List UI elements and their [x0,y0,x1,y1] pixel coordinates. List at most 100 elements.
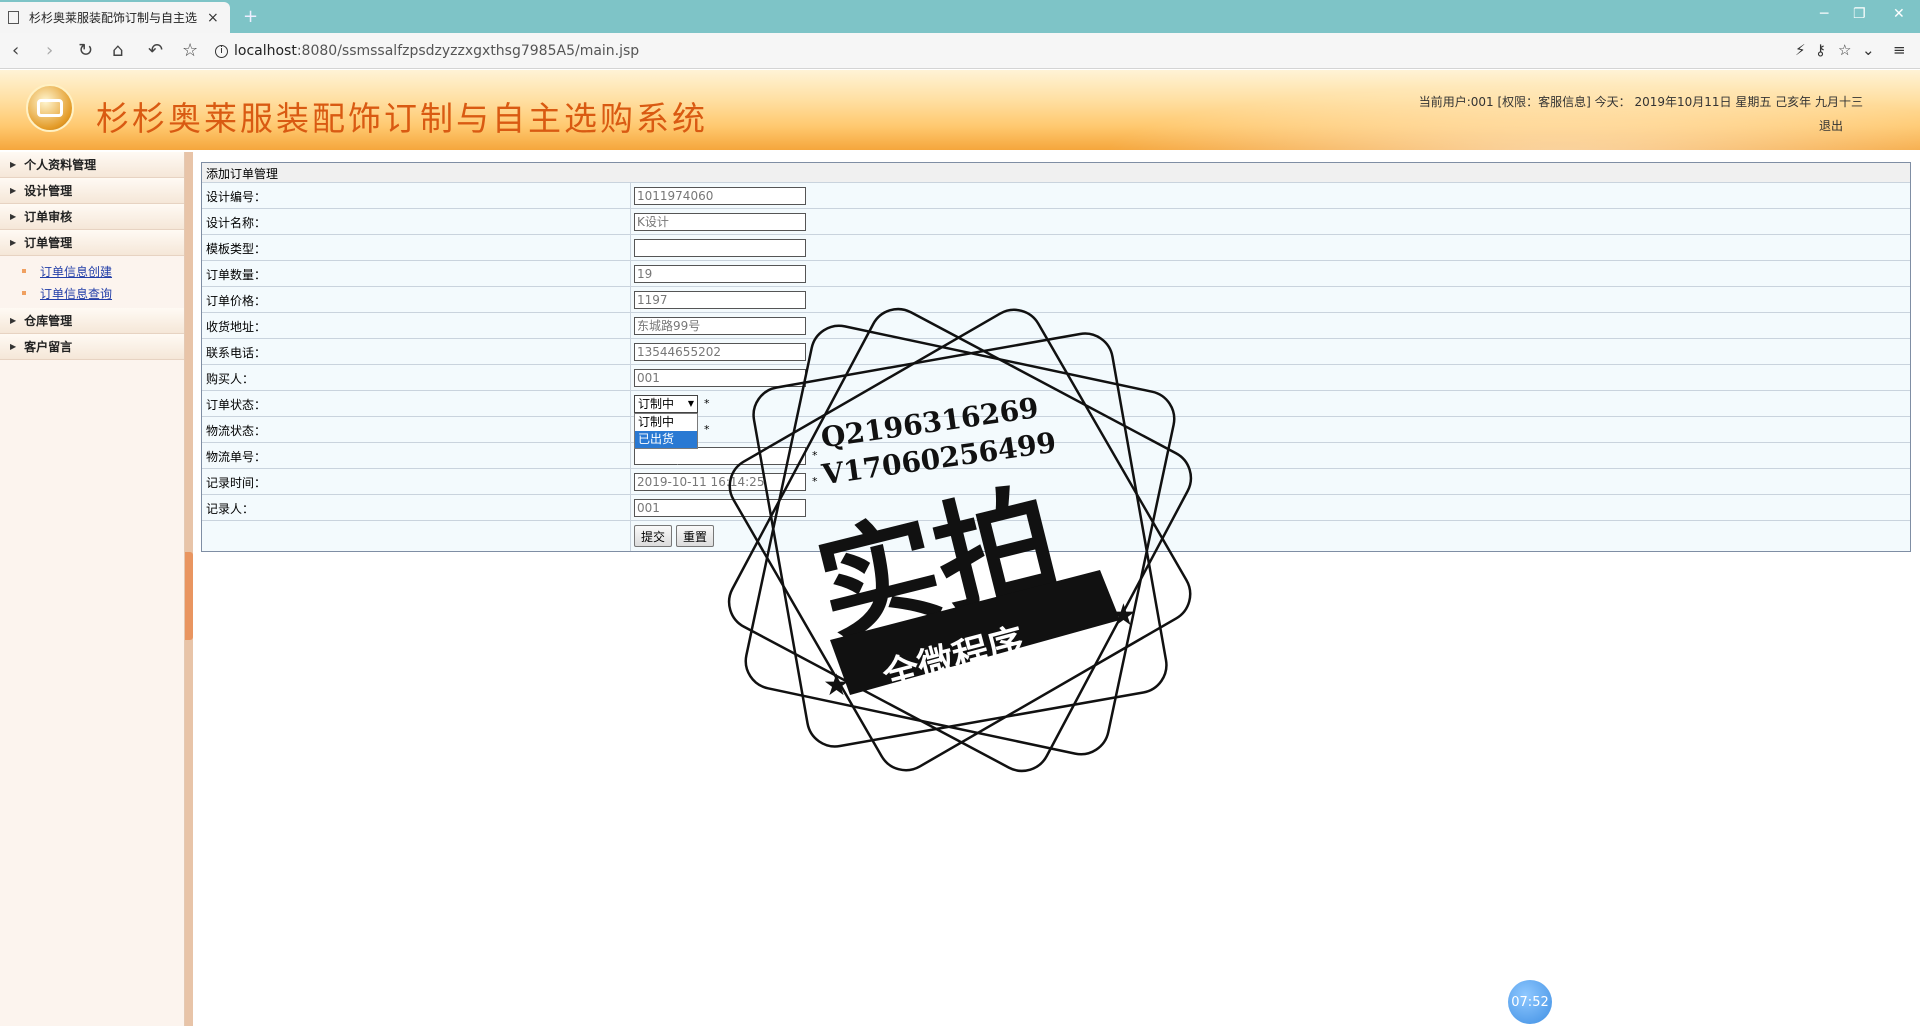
info-icon[interactable]: i [215,44,228,58]
restore-icon[interactable]: ❐ [1853,6,1866,22]
tab-title: 杉杉奥莱服装配饰订制与自主选 [29,11,198,25]
required-mark: * [704,397,710,410]
field-label: 模板类型： [202,235,631,260]
forward-icon[interactable]: › [46,40,53,61]
shipping-address-input[interactable] [634,316,806,335]
order-status-dropdown: 订制中 已出货 [634,413,698,465]
design-name-input[interactable] [634,212,806,231]
field-label: 订单价格： [202,287,631,312]
lightning-icon[interactable]: ⚡ [1795,41,1806,59]
submit-button[interactable]: 提交 [634,525,673,547]
field-label: 联系电话： [202,339,631,364]
star-icon: ★ [1110,598,1137,633]
sidebar-item-label: 个人资料管理 [24,158,97,172]
url-path: :8080/ssmssalfzpsdzyzzxgxthsg7985A5/main… [296,43,640,59]
window-close-icon[interactable]: ✕ [1893,6,1905,22]
sidebar-item-order-management[interactable]: ▶ 订单管理 [0,230,184,256]
app-title: 杉杉奥莱服装配饰订制与自主选购系统 [96,99,708,138]
form-row: 设计名称： [202,209,1910,235]
caret-right-icon: ▶ [10,238,17,247]
field-label: 物流单号： [202,443,631,468]
form-row: 记录人： [202,495,1910,521]
buyer-input[interactable] [634,368,806,387]
tracking-number-input[interactable] [634,446,806,465]
sidebar: ▶ 个人资料管理 ▶ 设计管理 ▶ 订单审核 ▶ 订单管理 订单信息创建 订单信息查询 … [0,152,185,1026]
dropdown-option-highlighted[interactable]: 已出货 [635,431,697,448]
form-row: 模板类型： [202,235,1910,261]
caret-right-icon: ▶ [10,160,17,169]
required-mark: * [812,475,818,488]
template-type-input[interactable] [634,238,806,257]
field-label: 订单数量： [202,261,631,286]
required-mark: * [704,423,710,436]
caret-right-icon: ▶ [10,316,17,325]
order-price-input[interactable] [634,290,806,309]
back-icon[interactable]: ‹ [12,40,19,61]
form-actions-row: 提交 重置 [202,521,1910,551]
watermark-banner-text: 全微程序 [878,620,1029,698]
star-icon: ★ [823,668,850,703]
order-query-link[interactable]: 订单信息查询 [40,285,112,302]
select-value: 订制中 [638,397,675,411]
order-submenu: 订单信息创建 订单信息查询 [0,256,184,308]
collapse-handle[interactable] [185,552,193,640]
bookmark-star-icon[interactable]: ☆ [182,40,198,61]
order-create-link[interactable]: 订单信息创建 [40,263,112,280]
field-label: 订单状态： [202,391,631,416]
sidebar-item-label: 设计管理 [24,184,73,198]
sidebar-item-label: 订单审核 [24,210,73,224]
field-label: 收货地址： [202,313,631,338]
bullet-icon [22,269,26,273]
browser-tab[interactable]: 杉杉奥莱服装配饰订制与自主选 × [0,2,230,33]
reset-button[interactable]: 重置 [676,525,715,547]
form-row: 设计编号： [202,183,1910,209]
form-row: 订单价格： [202,287,1910,313]
design-number-input[interactable] [634,186,806,205]
dropdown-option[interactable]: 订制中 [635,414,697,431]
form-row: 联系电话： [202,339,1910,365]
tab-close-icon[interactable]: × [207,10,219,26]
submenu-item: 订单信息查询 [22,282,184,304]
sidebar-item-profile[interactable]: ▶ 个人资料管理 [0,152,184,178]
logout-link[interactable]: 退出 [1819,117,1843,134]
address-toolbar: ‹ › ↻ ⌂ ↶ ☆ i localhost:8080/ssmssalfzps… [0,33,1920,69]
reload-icon[interactable]: ↻ [78,40,93,61]
form-row: 记录时间： * [202,469,1910,495]
form-row: 订单状态： 订制中 ▼ * 订制中 已出货 [202,391,1910,465]
browser-tab-bar: 杉杉奥莱服装配饰订制与自主选 × + ─ ❐ ✕ [0,0,1920,33]
field-label: 记录时间： [202,469,631,494]
required-mark: * [812,449,818,462]
field-label: 购买人： [202,365,631,390]
minimize-icon[interactable]: ─ [1820,6,1828,22]
recording-timer: 07:52 [1508,980,1552,1024]
form-row: 物流状态： ▼ * [202,417,1910,443]
field-label: 设计名称： [202,209,631,234]
watermark-banner [830,570,1120,695]
add-order-form: 添加订单管理 设计编号： 设计名称： 模板类型： 订单数量： 订单价格： 收货地… [201,162,1911,552]
form-row: 物流单号： * [202,443,1910,469]
menu-icon[interactable]: ≡ [1893,41,1906,59]
undo-icon[interactable]: ↶ [148,40,163,61]
field-label: 设计编号： [202,183,631,208]
record-time-input[interactable] [634,472,806,491]
chevron-down-icon: ▼ [687,399,694,408]
favorite-star-icon[interactable]: ☆ [1838,41,1851,59]
new-tab-icon[interactable]: + [243,6,258,27]
url-host: localhost [234,43,297,59]
recorder-input[interactable] [634,498,806,517]
sidebar-splitter[interactable] [185,152,193,1026]
phone-input[interactable] [634,342,806,361]
sidebar-item-design[interactable]: ▶ 设计管理 [0,178,184,204]
key-icon[interactable]: ⚷ [1815,41,1826,59]
sidebar-item-order-review[interactable]: ▶ 订单审核 [0,204,184,230]
url-bar[interactable]: i localhost:8080/ssmssalfzpsdzyzzxgxthsg… [215,40,1775,62]
sidebar-item-messages[interactable]: ▶ 客户留言 [0,334,184,360]
home-icon[interactable]: ⌂ [112,40,123,61]
sidebar-item-label: 客户留言 [24,340,73,354]
bullet-icon [22,291,26,295]
order-quantity-input[interactable] [634,264,806,283]
sidebar-item-warehouse[interactable]: ▶ 仓库管理 [0,308,184,334]
user-info: 当前用户:001 [权限：客服信息] 今天： 2019年10月11日 星期五 己… [1418,95,1863,109]
order-status-select[interactable]: 订制中 ▼ [634,394,698,413]
chevron-down-icon[interactable]: ⌄ [1862,41,1875,59]
